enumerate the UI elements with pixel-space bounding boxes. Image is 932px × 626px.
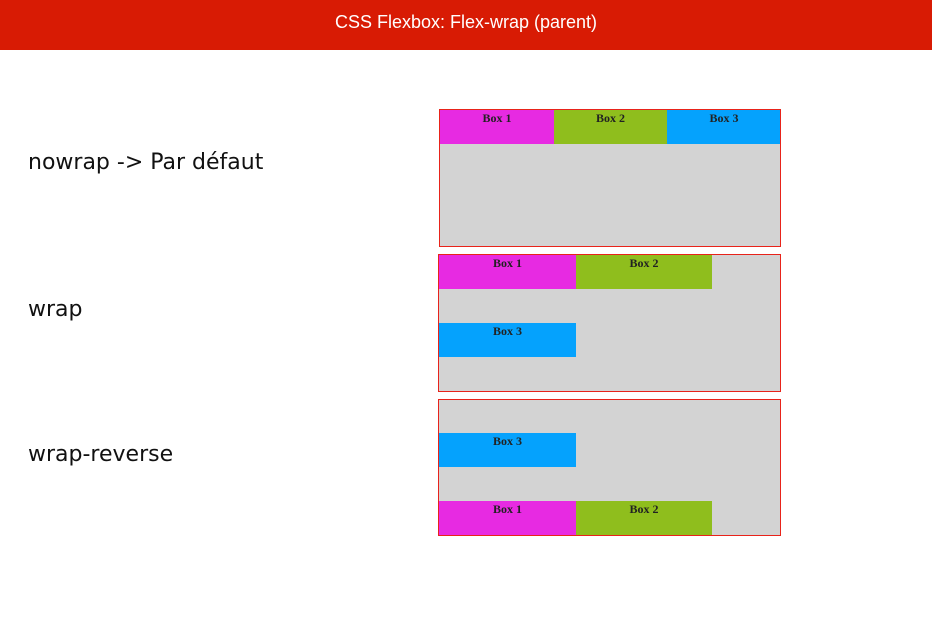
row-label-nowrap: nowrap -> Par défaut xyxy=(28,150,264,175)
box-2: Box 2 xyxy=(554,110,667,144)
box-3: Box 3 xyxy=(439,433,576,467)
row-label-wrap: wrap xyxy=(28,297,83,322)
box-1: Box 1 xyxy=(439,501,576,535)
box-3: Box 3 xyxy=(439,323,576,357)
flex-container-wrap: Box 1 Box 2 Box 3 xyxy=(438,254,781,392)
box-3: Box 3 xyxy=(667,110,780,144)
page-title: CSS Flexbox: Flex-wrap (parent) xyxy=(334,12,598,32)
box-2: Box 2 xyxy=(576,501,712,535)
flex-container-wrap-reverse: Box 3 Box 1 Box 2 xyxy=(438,399,781,536)
row-label-wrap-reverse: wrap-reverse xyxy=(28,442,174,467)
box-1: Box 1 xyxy=(439,255,576,289)
page-header: CSS Flexbox: Flex-wrap (parent) xyxy=(0,0,932,50)
flex-container-nowrap: Box 1 Box 2 Box 3 xyxy=(439,109,781,247)
box-1: Box 1 xyxy=(440,110,554,144)
box-2: Box 2 xyxy=(576,255,712,289)
